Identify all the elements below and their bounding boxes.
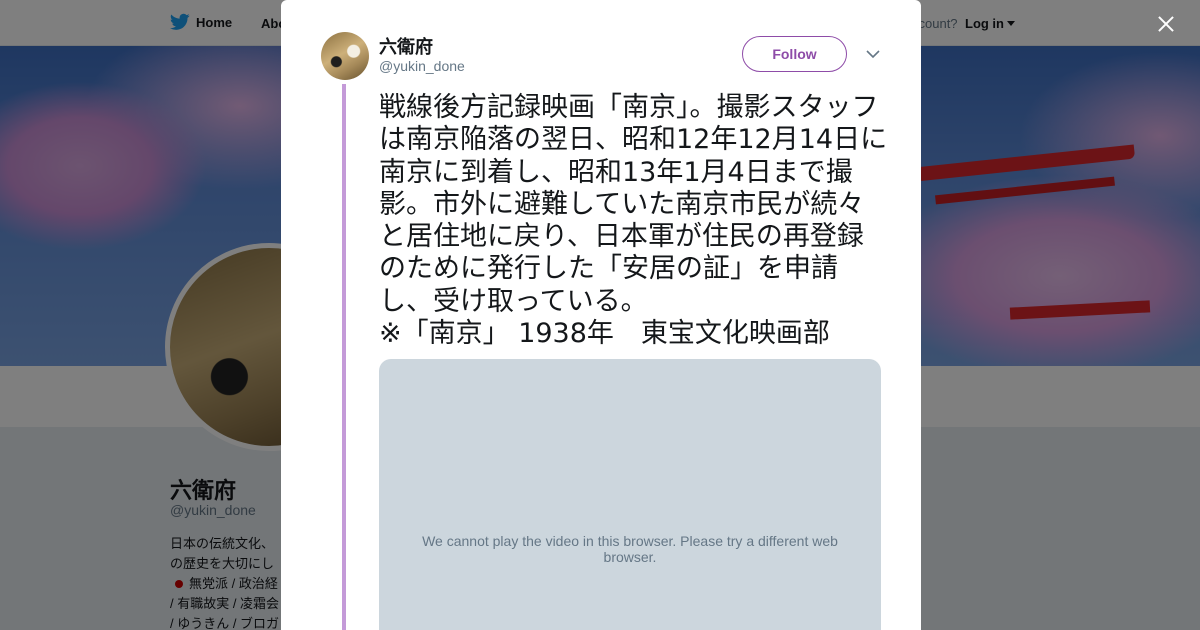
follow-button[interactable]: Follow [742, 36, 847, 72]
thread-line [342, 84, 346, 630]
video-error-message: We cannot play the video in this browser… [422, 533, 838, 565]
author-handle[interactable]: @yukin_done [379, 58, 465, 74]
chevron-down-icon[interactable] [865, 46, 881, 62]
close-icon[interactable] [1150, 8, 1182, 40]
tweet-text: 戦線後方記録映画「南京」。撮影スタッフは南京陥落の翌日、昭和12年12月14日に… [379, 92, 888, 350]
video-player[interactable]: We cannot play the video in this browser… [379, 359, 881, 630]
tweet-modal: 六衛府 @yukin_done Follow 戦線後方記録映画「南京」。撮影スタ… [281, 0, 921, 630]
author-name[interactable]: 六衛府 [379, 33, 433, 59]
author-avatar[interactable] [321, 32, 369, 80]
page: Home Abo ccount? Log in 六衛府 @yukin_done … [0, 0, 1200, 630]
